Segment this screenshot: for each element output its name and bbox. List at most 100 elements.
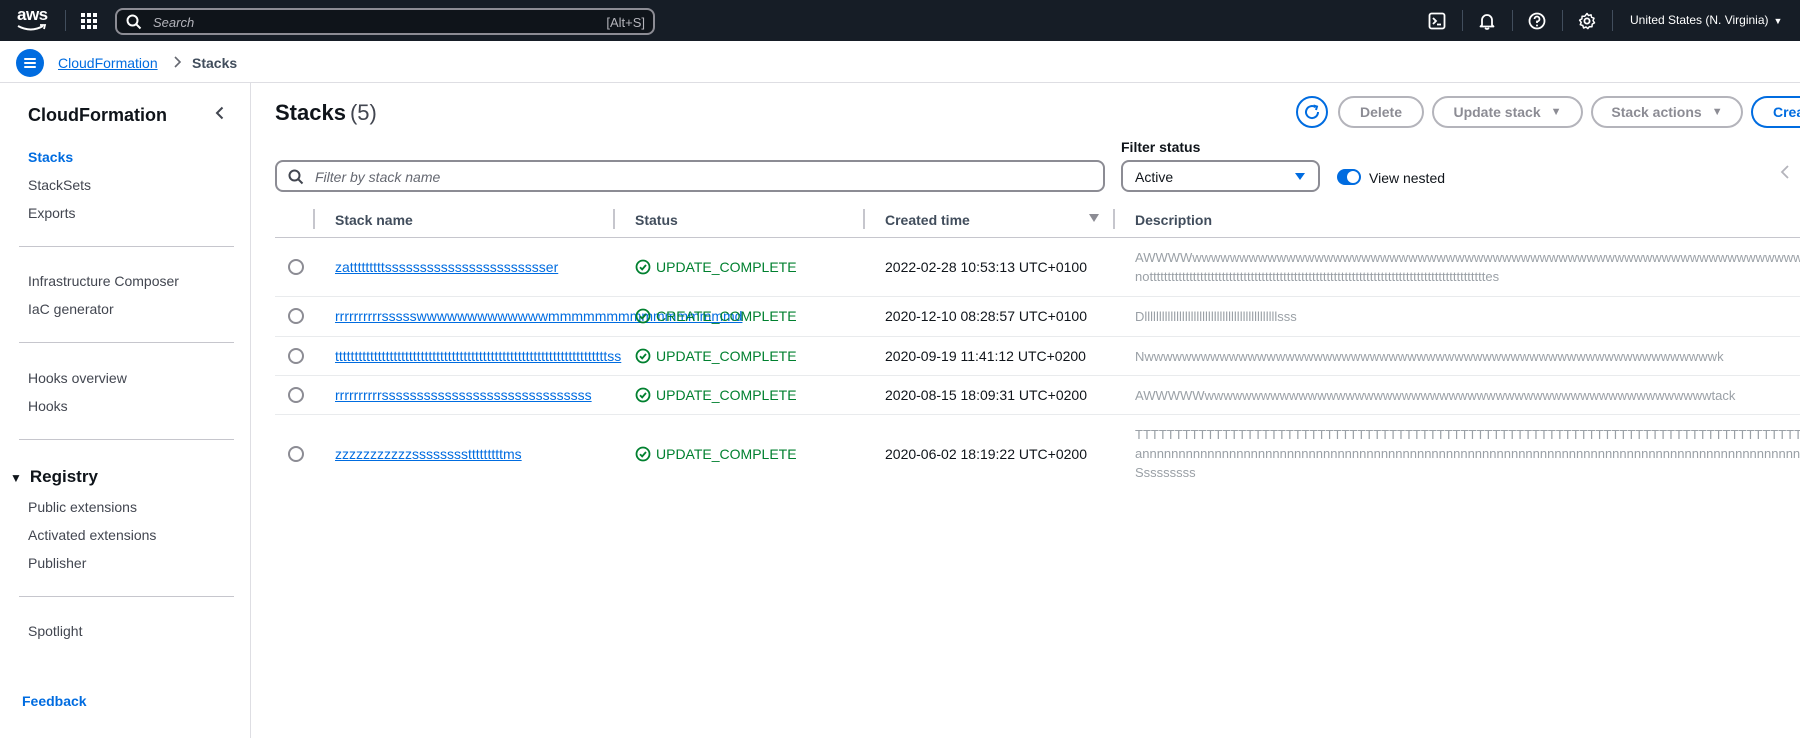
status-text: UPDATE_COMPLETE (656, 387, 797, 403)
table-row[interactable]: zzzzzzzzzzzsssssssstttttttttms UPDATE_CO… (275, 415, 1800, 493)
description-cell: AWWWWwwwwwwwwwwwwwwwwwwwwwwwwwwwwwwwwwww… (1135, 248, 1800, 286)
success-icon (635, 387, 651, 403)
caret-down-icon: ▼ (10, 471, 22, 485)
status-cell: CREATE_COMPLETE (635, 308, 797, 324)
stack-count: (5) (349, 100, 377, 125)
table-row[interactable]: rrrrrrrrrrssssswwwwwwwwwwwwwmmmmmmmmmmmm… (275, 297, 1800, 337)
table-row[interactable]: rrrrrrrrrrssssssssssssssssssssssssssssss… (275, 376, 1800, 415)
settings-icon[interactable] (1578, 12, 1596, 30)
stack-name-link[interactable]: rrrrrrrrrrssssssssssssssssssssssssssssss (335, 387, 592, 403)
column-header-description[interactable]: Description (1135, 212, 1212, 228)
feedback-link[interactable]: Feedback (22, 693, 87, 709)
sidebar-item-exports[interactable]: Exports (28, 205, 75, 221)
sidebar-divider (19, 596, 234, 597)
chevron-right-icon (174, 56, 182, 68)
sidebar-item-publisher[interactable]: Publisher (28, 555, 86, 571)
toggle-knob (1347, 171, 1359, 183)
top-navigation: aws Search [Alt+S] United States (N. Vir… (0, 0, 1800, 41)
description-line: Sssssssss (1135, 465, 1196, 480)
refresh-button[interactable] (1296, 96, 1328, 128)
divider (1612, 10, 1613, 31)
created-time-cell: 2020-12-10 08:28:57 UTC+0100 (885, 308, 1087, 324)
cloudshell-icon[interactable] (1428, 12, 1446, 30)
row-select-radio[interactable] (288, 387, 304, 403)
success-icon (635, 259, 651, 275)
column-resizer[interactable] (613, 209, 615, 229)
filter-status-value: Active (1135, 169, 1174, 185)
filter-placeholder: Filter by stack name (315, 169, 441, 185)
status-text: UPDATE_COMPLETE (656, 348, 797, 364)
table-row[interactable]: tttttttttttttttttttttttttttttttttttttttt… (275, 337, 1800, 376)
created-time-cell: 2020-08-15 18:09:31 UTC+0200 (885, 387, 1087, 403)
global-search-input[interactable]: Search [Alt+S] (115, 8, 655, 35)
column-header-created-time[interactable]: Created time (885, 212, 970, 228)
description-line: TTTTTTTTTTTTTTTTTTTTTTTTTTTTTTTTTTTTTTTT… (1135, 427, 1800, 442)
aws-logo[interactable]: aws (17, 6, 49, 34)
filter-stack-name-input[interactable]: Filter by stack name (275, 160, 1105, 192)
description-line: AWWWWWwwwwwwwwwwwwwwwwwwwwwwwwwwwwwwwwww… (1135, 388, 1736, 403)
sort-descending-icon[interactable] (1088, 212, 1100, 224)
sidebar-item-activated-extensions[interactable]: Activated extensions (28, 527, 156, 543)
sidebar-item-spotlight[interactable]: Spotlight (28, 623, 82, 639)
hamburger-icon (24, 58, 36, 60)
description-line: notttttttttttttttttttttttttttttttttttttt… (1135, 269, 1500, 284)
status-text: CREATE_COMPLETE (656, 308, 797, 324)
registry-label: Registry (29, 467, 98, 486)
sidebar-title[interactable]: CloudFormation (28, 105, 167, 126)
aws-logo-text: aws (17, 5, 48, 24)
sidebar-item-stacksets[interactable]: StackSets (28, 177, 91, 193)
sidebar-item-iac-generator[interactable]: IaC generator (28, 301, 114, 317)
description-line: Dlllllllllllllllllllllllllllllllllllllll… (1135, 309, 1297, 324)
stack-actions-button[interactable]: Stack actions ▼ (1591, 96, 1743, 128)
aws-smile-icon (17, 24, 47, 31)
caret-down-icon: ▼ (1550, 106, 1562, 118)
collapse-sidebar-icon[interactable] (211, 104, 229, 122)
description-cell: AWWWWWwwwwwwwwwwwwwwwwwwwwwwwwwwwwwwwwww… (1135, 386, 1800, 405)
sidebar-divider (19, 246, 234, 247)
row-select-radio[interactable] (288, 259, 304, 275)
region-selector[interactable]: United States (N. Virginia) ▼ (1630, 13, 1782, 27)
update-stack-label: Update stack (1453, 104, 1541, 120)
chevron-left-icon[interactable] (1778, 164, 1792, 180)
search-icon (288, 169, 304, 185)
sidebar-item-hooks-overview[interactable]: Hooks overview (28, 370, 127, 386)
create-stack-button[interactable]: Crea (1751, 96, 1800, 128)
caret-down-icon (1295, 173, 1305, 180)
view-nested-toggle[interactable] (1337, 169, 1361, 185)
row-select-radio[interactable] (288, 446, 304, 462)
table-header: Stack name Status Created time Descripti… (275, 203, 1800, 238)
divider (1462, 10, 1463, 31)
sidebar-item-hooks[interactable]: Hooks (28, 398, 68, 414)
page-title: Stacks (5) (275, 100, 377, 126)
row-select-radio[interactable] (288, 348, 304, 364)
help-icon[interactable] (1528, 12, 1546, 30)
sidebar-item-infrastructure-composer[interactable]: Infrastructure Composer (28, 273, 179, 289)
caret-down-icon: ▼ (1711, 106, 1723, 118)
success-icon (635, 308, 651, 324)
status-cell: UPDATE_COMPLETE (635, 446, 797, 462)
search-placeholder: Search (153, 15, 195, 30)
view-nested-label: View nested (1369, 170, 1446, 186)
column-resizer[interactable] (1113, 209, 1115, 229)
status-cell: UPDATE_COMPLETE (635, 259, 797, 275)
sidebar-item-stacks[interactable]: Stacks (28, 149, 73, 165)
table-row[interactable]: zatttttttttssssssssssssssssssssssser UPD… (275, 239, 1800, 297)
delete-button[interactable]: Delete (1338, 96, 1424, 128)
apps-grid-icon[interactable] (80, 12, 98, 30)
stack-name-link[interactable]: zatttttttttssssssssssssssssssssssser (335, 259, 558, 275)
sidebar-divider (19, 439, 234, 440)
menu-toggle-button[interactable] (16, 49, 44, 77)
notifications-icon[interactable] (1478, 12, 1496, 30)
column-header-stack-name[interactable]: Stack name (335, 212, 413, 228)
sidebar-section-registry[interactable]: ▼ Registry (10, 467, 98, 487)
column-header-status[interactable]: Status (635, 212, 678, 228)
sidebar-item-public-extensions[interactable]: Public extensions (28, 499, 137, 515)
column-resizer[interactable] (863, 209, 865, 229)
update-stack-button[interactable]: Update stack ▼ (1432, 96, 1583, 128)
create-stack-label: Crea (1773, 104, 1800, 120)
breadcrumb-cloudformation[interactable]: CloudFormation (58, 55, 158, 71)
stack-name-link[interactable]: zzzzzzzzzzzsssssssstttttttttms (335, 446, 522, 462)
stack-name-link[interactable]: tttttttttttttttttttttttttttttttttttttttt… (335, 348, 621, 364)
row-select-radio[interactable] (288, 308, 304, 324)
filter-status-select[interactable]: Active (1121, 160, 1320, 192)
